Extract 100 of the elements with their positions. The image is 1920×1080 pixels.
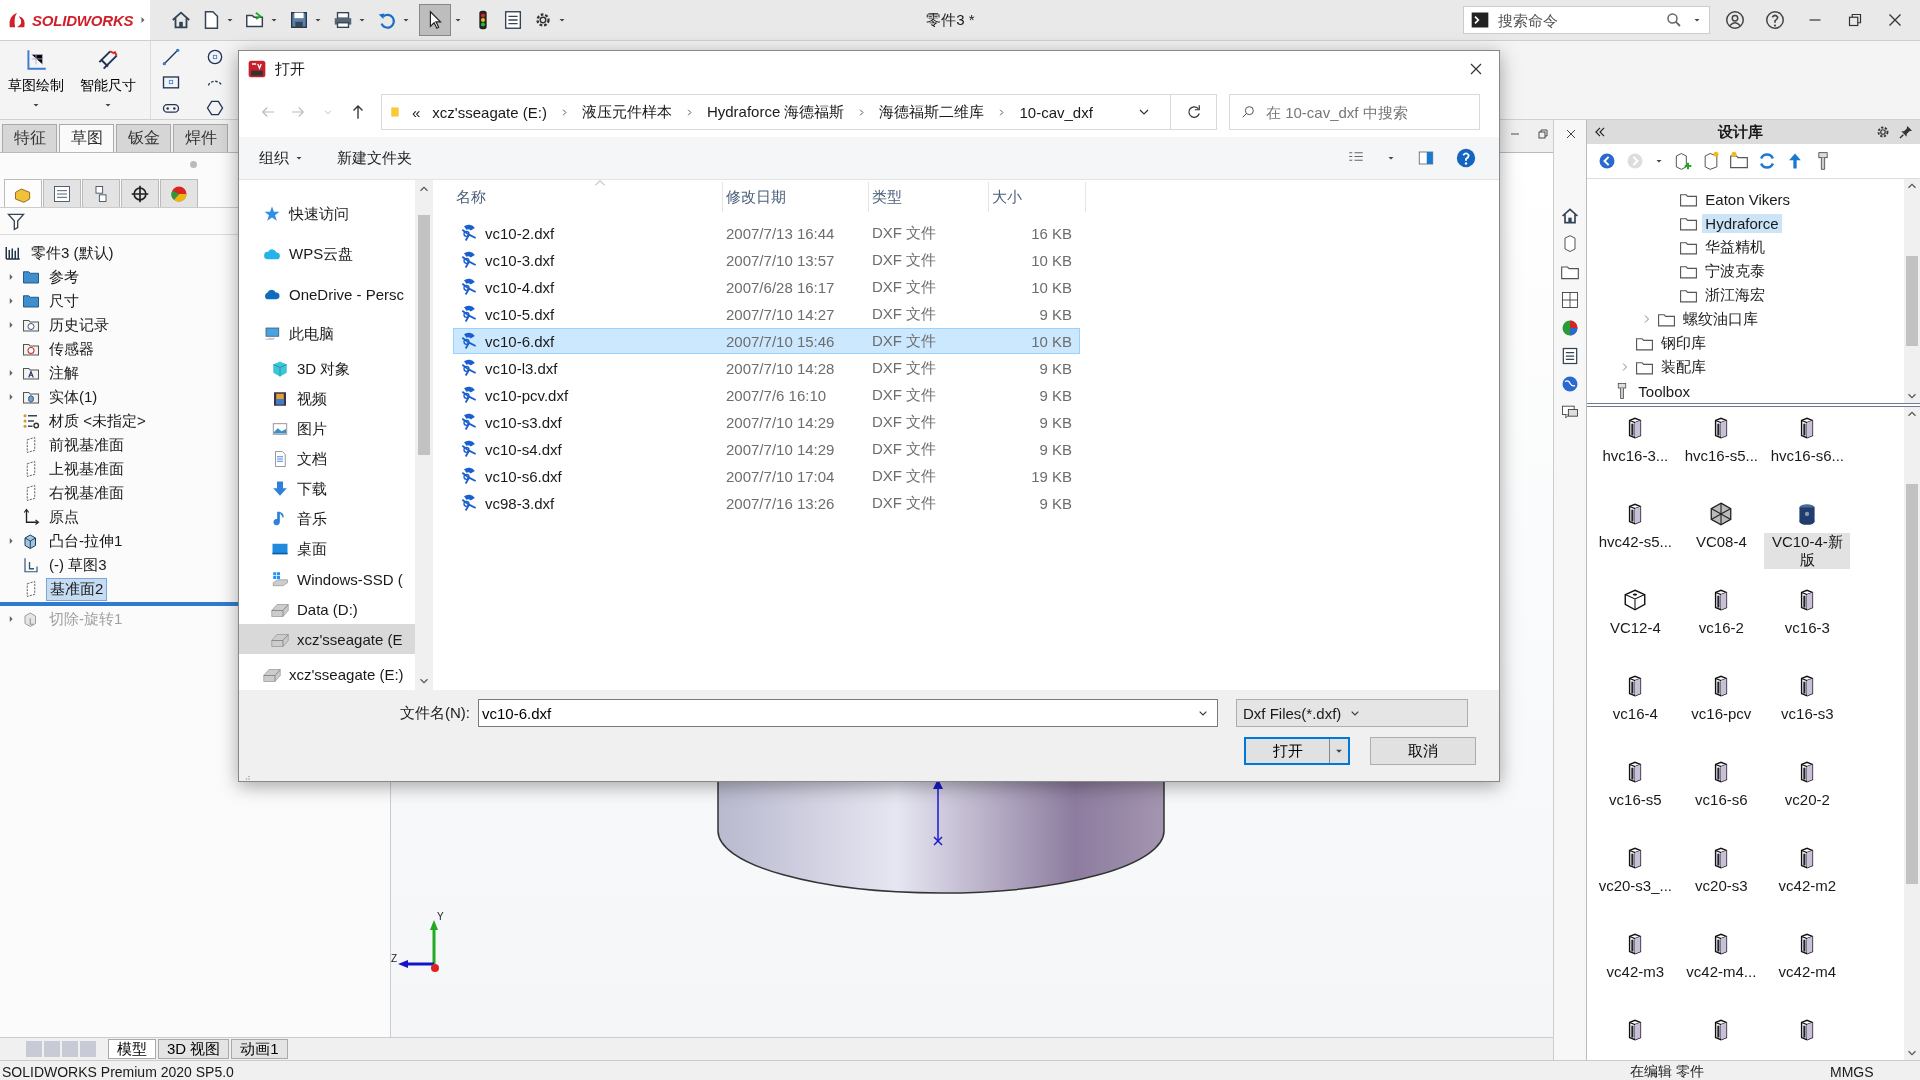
library-item[interactable]: VC10-4-新版 [1764, 533, 1851, 569]
tree-item[interactable]: 材质 <未指定> [46, 410, 149, 432]
library-folder[interactable]: Eaton Vikers [1702, 189, 1794, 209]
library-item[interactable]: vc16-4 [1608, 705, 1662, 723]
nav-item[interactable]: 文档 [239, 444, 415, 474]
library-item[interactable]: vc42-m2 [1774, 877, 1841, 895]
file-row[interactable]: vc10-6.dxf 2007/7/10 15:46 DXF 文件 10 KB [453, 328, 1080, 354]
library-item[interactable]: vc16-s6 [1691, 791, 1752, 809]
tree-item[interactable]: 参考 [46, 266, 82, 288]
column-header[interactable]: 名称 [453, 182, 723, 212]
library-item[interactable]: VC12-4 [1605, 619, 1665, 637]
library-folder[interactable]: 华益精机 [1702, 236, 1769, 258]
tree-item[interactable]: 传感器 [46, 338, 97, 360]
nav-item[interactable]: 快速访问 [239, 194, 415, 234]
breadcrumb[interactable]: 液压元件样本 [581, 102, 672, 122]
tree-item[interactable]: 零件3 (默认) [28, 242, 117, 264]
library-item[interactable]: hvc42-s5... [1594, 533, 1677, 551]
nav-item[interactable]: Windows-SSD ( [239, 564, 415, 594]
tree-item[interactable]: 原点 [46, 506, 82, 528]
tree-item[interactable]: 注解 [46, 362, 82, 384]
library-item[interactable]: vc16-pcv [1687, 705, 1756, 723]
command-tab[interactable]: 特征 [2, 124, 57, 152]
path-overflow-chevron[interactable]: « [412, 103, 421, 121]
library-item[interactable]: hvc16-3... [1598, 447, 1673, 465]
address-bar[interactable]: « xcz'sseagate (E:) 液压元件样本 Hydraforce 海德福斯 海德福斯二维库 10-cav_dxf [381, 94, 1171, 130]
library-folder[interactable]: Hydraforce [1702, 213, 1782, 233]
units-indicator[interactable]: MMGS [1830, 1064, 1920, 1080]
nav-item[interactable]: Data (D:) [239, 594, 415, 624]
nav-item[interactable]: 此电脑 [239, 314, 415, 354]
breadcrumb[interactable]: 10-cav_dxf [1019, 103, 1093, 121]
nav-item[interactable]: WPS云盘 [239, 234, 415, 274]
nav-item[interactable]: OneDrive - Persc [239, 274, 415, 314]
library-item[interactable]: vc16-2 [1694, 619, 1748, 637]
tree-item[interactable]: 基准面2 [46, 577, 108, 601]
file-row[interactable]: vc10-5.dxf 2007/7/10 14:27 DXF 文件 9 KB [453, 301, 1080, 327]
tree-item[interactable]: (-) 草图3 [46, 554, 110, 576]
tree-item[interactable]: 凸台-拉伸1 [46, 530, 126, 552]
library-item[interactable]: vc42-m4... [1682, 963, 1761, 981]
nav-item[interactable]: xcz'sseagate (E:) [239, 654, 415, 690]
file-row[interactable]: vc10-pcv.dxf 2007/7/6 16:10 DXF 文件 9 KB [453, 382, 1080, 408]
nav-item[interactable]: xcz'sseagate (E [239, 624, 415, 654]
library-item[interactable]: vc20-s3 [1691, 877, 1752, 895]
library-item[interactable]: vc16-s3 [1777, 705, 1838, 723]
library-item[interactable]: vc16-s5 [1605, 791, 1666, 809]
command-tab[interactable]: 焊件 [173, 124, 228, 152]
library-item[interactable]: vc16-3 [1780, 619, 1834, 637]
file-row[interactable]: vc10-s4.dxf 2007/7/10 14:29 DXF 文件 9 KB [453, 436, 1080, 462]
breadcrumb[interactable]: xcz'sseagate (E:) [432, 103, 547, 121]
library-item[interactable]: hvc16-s6... [1766, 447, 1849, 465]
view-tab[interactable]: 动画1 [231, 1039, 288, 1059]
tree-item[interactable]: 实体(1) [46, 386, 101, 408]
file-row[interactable]: vc10-l3.dxf 2007/7/10 14:28 DXF 文件 9 KB [453, 355, 1080, 381]
tree-item[interactable]: 上视基准面 [46, 458, 127, 480]
tree-item[interactable]: 历史记录 [46, 314, 112, 336]
nav-item[interactable]: 下载 [239, 474, 415, 504]
library-item[interactable]: vc20-2 [1780, 791, 1834, 809]
column-header[interactable]: 修改日期 [723, 182, 869, 212]
cancel-button[interactable]: 取消 [1370, 737, 1476, 765]
file-row[interactable]: vc10-s6.dxf 2007/7/10 17:04 DXF 文件 19 KB [453, 463, 1080, 489]
view-tab[interactable]: 模型 [108, 1039, 156, 1059]
file-type-dropdown[interactable]: Dxf Files(*.dxf) [1236, 699, 1468, 727]
toolbar-button[interactable]: 新建文件夹 [331, 144, 418, 172]
file-row[interactable]: vc10-s3.dxf 2007/7/10 14:29 DXF 文件 9 KB [453, 409, 1080, 435]
command-button[interactable]: 草图绘制 [0, 41, 72, 119]
file-row[interactable]: vc10-4.dxf 2007/6/28 16:17 DXF 文件 10 KB [453, 274, 1080, 300]
tree-item[interactable]: 右视基准面 [46, 482, 127, 504]
nav-item[interactable]: 音乐 [239, 504, 415, 534]
command-tab[interactable]: 草图 [59, 124, 114, 152]
library-folder[interactable]: 钢印库 [1658, 332, 1710, 354]
command-button[interactable]: 智能尺寸 [72, 41, 144, 119]
search-field[interactable]: 在 10-cav_dxf 中搜索 [1229, 94, 1480, 130]
nav-item[interactable]: 视频 [239, 384, 415, 414]
view-tab[interactable]: 3D 视图 [158, 1039, 230, 1059]
library-item[interactable]: vc42-m3 [1602, 963, 1669, 981]
tree-item[interactable]: 前视基准面 [46, 434, 127, 456]
library-folder[interactable]: 装配库 [1658, 356, 1710, 378]
nav-item[interactable]: 图片 [239, 414, 415, 444]
library-folder[interactable]: 浙江海宏 [1702, 284, 1769, 306]
search-field[interactable]: 搜索命令 [1463, 6, 1710, 34]
breadcrumb[interactable]: Hydraforce 海德福斯 [706, 102, 845, 122]
nav-item[interactable]: 桌面 [239, 534, 415, 564]
nav-item[interactable]: 3D 对象 [239, 354, 415, 384]
toolbar-button[interactable]: 组织 [253, 144, 311, 172]
library-item[interactable]: hvc16-s5... [1680, 447, 1763, 465]
open-button[interactable]: 打开 [1244, 737, 1350, 765]
column-header[interactable]: 大小 [989, 182, 1086, 212]
breadcrumb[interactable]: 海德福斯二维库 [879, 102, 985, 122]
library-folder[interactable]: 螺纹油口库 [1680, 308, 1762, 330]
tree-item[interactable]: 尺寸 [46, 290, 82, 312]
file-row[interactable]: vc10-2.dxf 2007/7/13 16:44 DXF 文件 16 KB [453, 220, 1080, 246]
library-folder[interactable]: Toolbox [1635, 381, 1694, 401]
file-row[interactable]: vc98-3.dxf 2007/7/16 13:26 DXF 文件 9 KB [453, 490, 1080, 516]
file-row[interactable]: vc10-3.dxf 2007/7/10 13:57 DXF 文件 10 KB [453, 247, 1080, 273]
library-item[interactable]: VC08-4 [1691, 533, 1751, 551]
command-tab[interactable]: 钣金 [116, 124, 171, 152]
library-item[interactable]: vc42-m4 [1774, 963, 1841, 981]
search-field[interactable]: 搜索命令 [1498, 8, 1657, 32]
library-folder[interactable]: 宁波克泰 [1702, 260, 1769, 282]
library-item[interactable]: vc20-s3_... [1594, 877, 1677, 895]
column-header[interactable]: 类型 [869, 182, 989, 212]
